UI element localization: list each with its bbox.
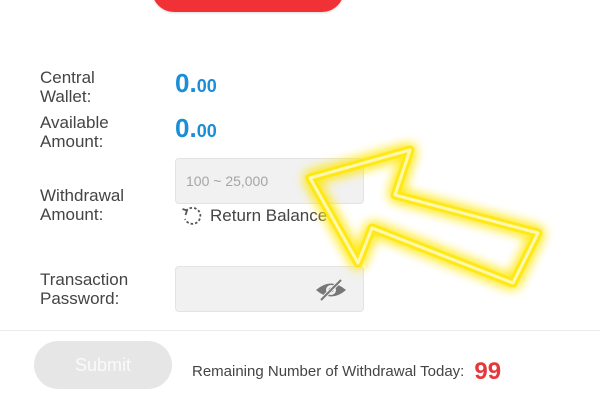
central-wallet-dec: 00 (196, 76, 217, 96)
central-wallet-value: 0.00 (175, 69, 217, 100)
eye-slash-icon[interactable] (313, 277, 349, 303)
available-amount-value: 0.00 (175, 114, 217, 145)
footer-bar: Submit Remaining Number of Withdrawal To… (0, 331, 600, 400)
remaining-count: 99 (474, 358, 502, 385)
available-amount-dec: 00 (196, 121, 217, 141)
available-amount-label-line1: Available (40, 113, 109, 132)
withdrawal-amount-input[interactable] (176, 159, 363, 203)
withdrawal-amount-label-line2: Amount: (40, 205, 104, 224)
available-amount-label: Available Amount: (40, 113, 109, 151)
transaction-password-label: Transaction Password: (40, 270, 128, 308)
transaction-password-label-line1: Transaction (40, 270, 129, 289)
top-red-button[interactable] (152, 0, 344, 12)
remaining-label: Remaining Number of Withdrawal Today: (192, 363, 465, 380)
submit-button[interactable]: Submit (34, 341, 172, 389)
remaining-withdrawals: Remaining Number of Withdrawal Today: 99 (192, 355, 502, 385)
available-amount-int: 0. (175, 113, 197, 143)
available-amount-label-line2: Amount: (40, 132, 104, 151)
transaction-password-field[interactable] (175, 266, 364, 312)
transaction-password-label-line2: Password: (40, 289, 120, 308)
return-balance-button[interactable]: Return Balance (180, 204, 327, 228)
central-wallet-label-line2: Wallet: (40, 87, 92, 106)
withdrawal-page: Central Wallet: 0.00 Available Amount: 0… (0, 0, 600, 400)
return-balance-label: Return Balance (210, 206, 328, 225)
central-wallet-label-line1: Central (40, 68, 95, 87)
central-wallet-label: Central Wallet: (40, 68, 95, 106)
withdrawal-amount-label: Withdrawal Amount: (40, 186, 124, 224)
central-wallet-int: 0. (175, 68, 197, 98)
withdrawal-amount-label-line1: Withdrawal (40, 186, 125, 205)
refresh-icon (182, 206, 202, 225)
withdrawal-amount-field[interactable] (175, 158, 364, 204)
